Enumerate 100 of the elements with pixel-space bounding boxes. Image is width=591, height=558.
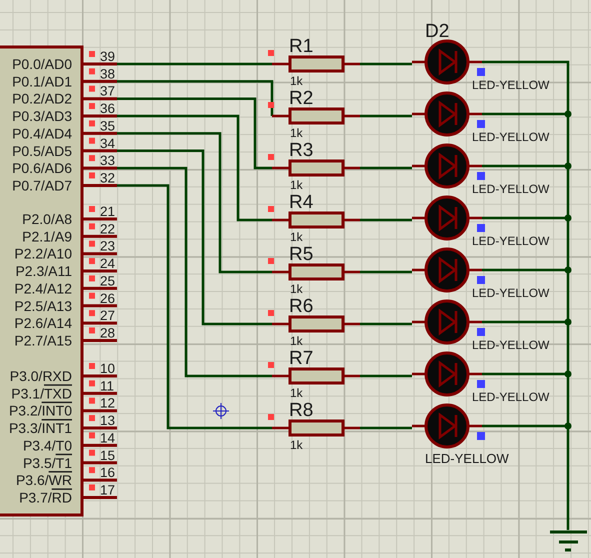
- pin-label: P2.7/A15: [14, 332, 72, 348]
- pin-number: 12: [100, 396, 116, 411]
- pin-number: 10: [100, 361, 116, 376]
- led-value: LED-YELLOW: [472, 130, 550, 144]
- pin-number: 36: [100, 101, 116, 116]
- pin-number: 35: [100, 118, 116, 134]
- pin-label: P0.1/AD1: [12, 73, 72, 90]
- pin-lead: [83, 252, 117, 256]
- wire: [360, 322, 412, 326]
- pin-label: P3.1/TXD: [11, 385, 72, 402]
- pin-marker: [268, 50, 274, 56]
- pin-marker: [89, 363, 95, 369]
- pin-lead: [83, 286, 117, 290]
- pin-marker: [477, 276, 485, 284]
- resistor-value: 1k: [290, 282, 303, 296]
- pin-marker: [477, 68, 485, 76]
- pin-lead: [83, 496, 117, 499]
- led-label: D2: [425, 21, 450, 42]
- pin-lead: [83, 218, 117, 220]
- pin-marker: [89, 484, 95, 490]
- wire: [360, 426, 412, 430]
- pin-marker: [477, 120, 485, 128]
- resistor-value: 1k: [290, 74, 303, 88]
- resistor-label: R7: [289, 348, 314, 369]
- pin-label: P3.4/T0: [22, 437, 72, 454]
- resistor-value: 1k: [290, 438, 303, 452]
- pin-label: P3.6/WR: [16, 472, 72, 488]
- pin-number: 39: [100, 49, 116, 64]
- pin-lead: [83, 149, 117, 152]
- pin-number: 24: [100, 256, 116, 272]
- pin-lead: [83, 304, 117, 308]
- junction-dot: [564, 422, 572, 430]
- wire: [360, 114, 412, 118]
- pin-number: 37: [100, 84, 116, 99]
- pin-lead: [83, 392, 117, 395]
- resistor-label: R6: [289, 296, 314, 317]
- pin-marker: [477, 432, 485, 440]
- pin-label: P0.6/AD6: [12, 160, 72, 176]
- pin-lead: [83, 80, 117, 83]
- pin-label: P3.5/T1: [22, 454, 72, 471]
- pin-marker: [89, 68, 95, 74]
- resistor-value: 1k: [290, 178, 303, 192]
- pin-number: 27: [100, 308, 116, 324]
- pin-label: P0.4/AD4: [12, 125, 72, 142]
- led-value: LED-YELLOW: [425, 451, 509, 466]
- pin-label: P2.0/A8: [22, 211, 72, 227]
- led-value: LED-YELLOW: [472, 390, 550, 404]
- pin-number: 28: [100, 325, 116, 340]
- pin-lead: [83, 322, 117, 325]
- wire: [360, 62, 412, 66]
- pin-marker: [268, 362, 274, 368]
- pin-number: 25: [100, 273, 116, 288]
- junction-dot: [564, 162, 572, 170]
- pin-label: P0.7/AD7: [12, 177, 72, 194]
- pin-number: 13: [100, 413, 116, 428]
- pin-lead: [83, 114, 117, 118]
- pin-marker: [89, 86, 95, 92]
- pin-marker: [89, 398, 95, 404]
- pin-lead: [83, 97, 117, 100]
- resistor-label: R8: [289, 400, 314, 421]
- led-value: LED-YELLOW: [472, 338, 550, 352]
- wire: [360, 270, 412, 274]
- pin-label: P3.0/RXD: [10, 368, 72, 384]
- resistor-label: R4: [289, 192, 314, 213]
- pin-number: 34: [100, 136, 116, 151]
- wire: [360, 218, 412, 222]
- pin-label: P2.2/A10: [14, 246, 72, 262]
- pin-marker: [268, 102, 274, 108]
- pin-lead: [83, 461, 117, 464]
- junction-dot: [564, 370, 572, 378]
- pin-marker: [89, 450, 95, 456]
- pin-marker: [89, 415, 95, 422]
- resistor-label: R2: [289, 88, 314, 109]
- pin-label: P0.5/AD5: [12, 142, 72, 159]
- pin-marker: [89, 258, 95, 264]
- resistor-value: 1k: [290, 334, 303, 348]
- pin-lead: [83, 374, 117, 378]
- resistor-value: 1k: [290, 386, 303, 400]
- pin-marker: [89, 327, 95, 334]
- pin-label: P3.7/RD: [19, 489, 72, 506]
- pin-marker: [268, 206, 274, 212]
- pin-label: P3.3/INT1: [8, 420, 72, 436]
- pin-label: P2.6/A14: [14, 315, 72, 332]
- pin-number: 21: [100, 204, 116, 219]
- pin-marker: [89, 240, 95, 247]
- pin-label: P0.2/AD2: [12, 90, 72, 107]
- pin-lead: [83, 166, 117, 170]
- resistor-value: 1k: [290, 126, 303, 140]
- pin-marker: [477, 224, 485, 232]
- resistor-label: R5: [289, 244, 314, 265]
- pin-marker: [268, 154, 274, 160]
- pin-lead: [83, 234, 117, 238]
- resistor-value: 1k: [290, 230, 303, 244]
- pin-marker: [89, 380, 95, 386]
- pin-number: 33: [100, 153, 116, 168]
- pin-number: 17: [100, 482, 116, 498]
- pin-lead: [83, 338, 117, 342]
- pin-lead: [83, 184, 117, 187]
- pin-label: P2.5/A13: [14, 298, 72, 314]
- pin-label: P2.4/A12: [14, 280, 72, 296]
